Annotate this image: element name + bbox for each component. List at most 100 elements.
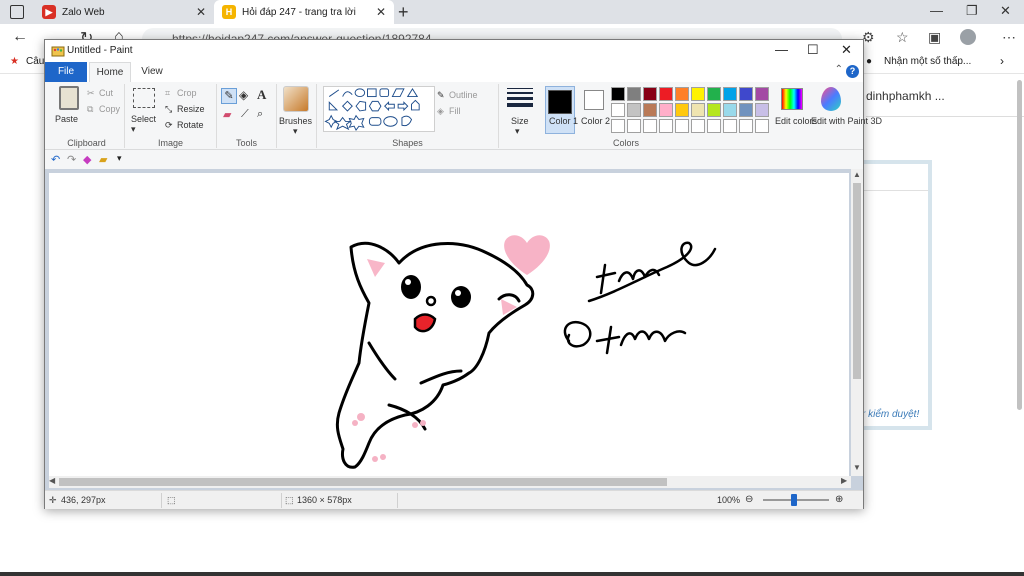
new-tab-icon[interactable]: + (398, 2, 409, 23)
favorite-item-right[interactable]: Nhận một số thấp... (884, 56, 971, 67)
palette-swatch[interactable] (707, 87, 721, 101)
palette-swatch[interactable] (723, 119, 737, 133)
palette-swatch[interactable] (659, 103, 673, 117)
file-tab[interactable]: File (45, 62, 87, 82)
text-tool-icon[interactable]: A (257, 87, 266, 103)
brushes-button[interactable]: Brushes (279, 116, 312, 126)
open-icon[interactable]: ▰ (99, 153, 107, 166)
drawing-canvas[interactable] (49, 170, 849, 476)
favorites-star-icon[interactable]: ☆ (896, 29, 909, 46)
resize-button[interactable]: Resize (177, 104, 205, 114)
scroll-down-icon[interactable]: ▼ (853, 463, 861, 472)
view-tab[interactable]: View (135, 62, 169, 82)
outline-button-icon[interactable]: ✎ (437, 90, 445, 101)
shapes-gallery[interactable] (323, 86, 435, 132)
palette-swatch[interactable] (659, 119, 673, 133)
brushes-dropdown-icon[interactable]: ▾ (293, 126, 298, 137)
size-dropdown-icon[interactable]: ▾ (515, 126, 520, 137)
palette-swatch[interactable] (627, 103, 641, 117)
color2-swatch[interactable] (584, 90, 604, 110)
more-menu-icon[interactable]: ⋯ (1002, 29, 1016, 46)
restore-icon[interactable]: ❐ (966, 3, 978, 19)
close-window-icon[interactable]: ✕ (1000, 3, 1011, 19)
paint-minimize-icon[interactable]: — (775, 42, 788, 57)
palette-swatch[interactable] (627, 87, 641, 101)
paint-maximize-icon[interactable]: ☐ (807, 42, 819, 58)
cut-button[interactable]: Cut (99, 88, 113, 98)
palette-swatch[interactable] (675, 119, 689, 133)
palette-swatch[interactable] (691, 119, 705, 133)
collapse-ribbon-icon[interactable]: ⌃ (835, 64, 843, 75)
undo-icon[interactable]: ↶ (51, 153, 60, 166)
palette-swatch[interactable] (723, 87, 737, 101)
scroll-up-icon[interactable]: ▲ (853, 170, 861, 179)
color-palette[interactable] (611, 87, 773, 135)
palette-swatch[interactable] (755, 87, 769, 101)
crop-button[interactable]: Crop (177, 88, 197, 98)
palette-swatch[interactable] (675, 103, 689, 117)
palette-swatch[interactable] (643, 87, 657, 101)
rotate-button[interactable]: Rotate (177, 120, 204, 130)
size-icon[interactable] (507, 88, 533, 110)
help-icon[interactable]: ? (846, 65, 859, 78)
palette-swatch[interactable] (755, 103, 769, 117)
scroll-left-icon[interactable]: ◀ (49, 476, 55, 485)
page-scrollbar[interactable] (1017, 80, 1022, 410)
save-icon[interactable]: ◆ (83, 153, 91, 166)
customize-qat-icon[interactable]: ▾ (117, 153, 122, 164)
zoom-slider-thumb[interactable] (791, 494, 797, 506)
palette-swatch[interactable] (627, 119, 641, 133)
profile-avatar-icon[interactable] (960, 29, 976, 45)
select-button[interactable]: Select (131, 114, 156, 124)
edit-with-paint3d-button[interactable]: Edit with Paint 3D (811, 116, 882, 126)
palette-swatch[interactable] (675, 87, 689, 101)
select-dropdown-icon[interactable]: ▾ (131, 124, 136, 135)
username-label[interactable]: dinhphamkh ... (866, 89, 945, 103)
brush-icon[interactable] (283, 86, 309, 112)
palette-swatch[interactable] (723, 103, 737, 117)
home-tab[interactable]: Home (89, 62, 131, 82)
edit-colors-icon[interactable] (781, 88, 803, 110)
palette-swatch[interactable] (691, 87, 705, 101)
copy-button[interactable]: Copy (99, 104, 120, 114)
palette-swatch[interactable] (707, 103, 721, 117)
outline-button[interactable]: Outline (449, 90, 478, 100)
paste-button[interactable]: Paste (55, 114, 78, 124)
magnifier-icon[interactable]: ⌕ (257, 108, 263, 121)
scroll-right-icon[interactable]: ▶ (841, 476, 847, 485)
palette-swatch[interactable] (643, 119, 657, 133)
favorite-item-left[interactable]: Câu (26, 56, 44, 67)
palette-swatch[interactable] (691, 103, 705, 117)
palette-swatch[interactable] (611, 87, 625, 101)
canvas-horizontal-scrollbar[interactable]: ◀ ▶ (49, 476, 851, 488)
tab-zalo-web[interactable]: ▶ Zalo Web ✕ (34, 0, 214, 24)
favorites-more-icon[interactable]: › (1000, 54, 1004, 68)
redo-icon[interactable]: ↷ (67, 153, 76, 166)
close-tab-icon[interactable]: ✕ (196, 5, 206, 19)
pencil-icon[interactable]: ✎ (221, 88, 237, 104)
minimize-icon[interactable]: — (930, 3, 943, 18)
paint-close-icon[interactable]: ✕ (841, 42, 852, 58)
zoom-in-icon[interactable]: ⊕ (835, 494, 843, 505)
eraser-icon[interactable]: ▰ (223, 108, 231, 121)
palette-swatch[interactable] (659, 87, 673, 101)
vertical-scroll-thumb[interactable] (853, 183, 861, 379)
size-button[interactable]: Size (511, 116, 529, 126)
palette-swatch[interactable] (755, 119, 769, 133)
palette-swatch[interactable] (611, 119, 625, 133)
palette-swatch[interactable] (739, 103, 753, 117)
collections-icon[interactable]: ▣ (928, 29, 941, 46)
tab-hoidap247[interactable]: H Hỏi đáp 247 - trang tra lời ✕ (214, 0, 394, 24)
palette-swatch[interactable] (739, 87, 753, 101)
back-icon[interactable]: ← (12, 28, 28, 46)
horizontal-scroll-thumb[interactable] (59, 478, 667, 486)
palette-swatch[interactable] (611, 103, 625, 117)
tab-actions-icon[interactable] (10, 5, 24, 19)
palette-swatch[interactable] (739, 119, 753, 133)
fill-button[interactable]: Fill (449, 106, 461, 116)
close-tab-icon[interactable]: ✕ (376, 5, 386, 19)
select-icon[interactable] (133, 88, 155, 108)
paste-icon[interactable] (59, 86, 79, 110)
fill-button-icon[interactable]: ◈ (437, 106, 444, 117)
zoom-out-icon[interactable]: ⊖ (745, 494, 753, 505)
